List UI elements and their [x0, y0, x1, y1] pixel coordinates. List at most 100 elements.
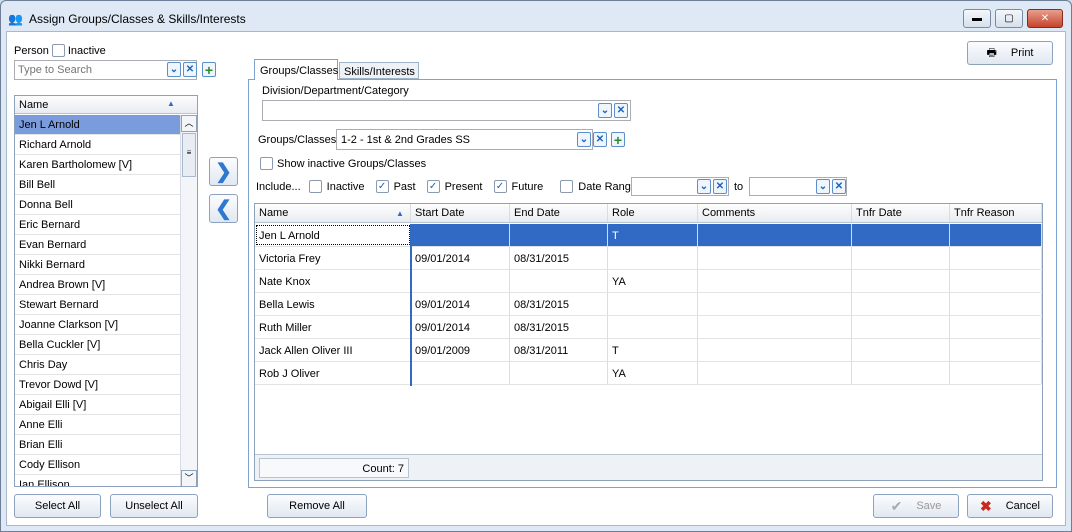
- list-header-name[interactable]: Name ▲: [15, 96, 197, 114]
- person-list-item[interactable]: Eric Bernard: [15, 215, 180, 235]
- clear-icon[interactable]: ✕: [183, 62, 197, 77]
- people-icon: 👥: [8, 12, 23, 26]
- remove-person-arrow-button[interactable]: ❮: [209, 194, 238, 223]
- person-list-item[interactable]: Anne Elli: [15, 415, 180, 435]
- table-row[interactable]: Rob J Oliver YA: [255, 362, 1042, 385]
- add-icon[interactable]: +: [202, 62, 216, 78]
- chevron-down-icon[interactable]: ⌄: [816, 179, 830, 194]
- person-list-item[interactable]: Joanne Clarkson [V]: [15, 315, 180, 335]
- column-header[interactable]: Role: [608, 204, 698, 222]
- to-label: to: [734, 181, 744, 193]
- person-list-item[interactable]: Brian Elli: [15, 435, 180, 455]
- person-list-item[interactable]: Cody Ellison: [15, 455, 180, 475]
- division-combo[interactable]: [262, 100, 631, 121]
- person-list-item[interactable]: Stewart Bernard: [15, 295, 180, 315]
- table-cell: [852, 316, 950, 338]
- person-list-item[interactable]: Andrea Brown [V]: [15, 275, 180, 295]
- clear-icon[interactable]: ✕: [593, 132, 607, 147]
- person-list-item[interactable]: Bill Bell: [15, 175, 180, 195]
- include-past-checkbox[interactable]: ✓: [375, 180, 389, 193]
- date-range-label: Date Range: [578, 180, 638, 193]
- table-row[interactable]: Victoria Frey 09/01/2014 08/31/2015: [255, 247, 1042, 270]
- scroll-thumb[interactable]: ≡: [182, 133, 196, 177]
- unselect-all-button[interactable]: Unselect All: [110, 494, 198, 518]
- close-button[interactable]: ✕: [1027, 9, 1063, 28]
- person-list-item[interactable]: Jen L Arnold: [15, 115, 180, 135]
- table-row[interactable]: Jack Allen Oliver III 09/01/2009 08/31/201…: [255, 339, 1042, 362]
- table-cell: Ruth Miller: [255, 316, 411, 338]
- table-row[interactable]: Jen L Arnold T: [255, 224, 1042, 247]
- table-cell: Jen L Arnold: [255, 224, 411, 246]
- clear-icon[interactable]: ✕: [614, 103, 628, 118]
- tab-groups-classes[interactable]: Groups/Classes: [254, 59, 338, 80]
- person-list-item[interactable]: Chris Day: [15, 355, 180, 375]
- column-header[interactable]: Tnfr Date: [852, 204, 950, 222]
- scroll-up-icon[interactable]: ︿: [181, 115, 197, 132]
- scroll-down-icon[interactable]: ﹀: [181, 470, 197, 486]
- add-icon[interactable]: +: [611, 132, 625, 148]
- chevron-down-icon[interactable]: ⌄: [598, 103, 612, 118]
- include-future-checkbox[interactable]: ✓: [493, 180, 507, 193]
- table-cell: [608, 293, 698, 315]
- minimize-button[interactable]: ▬: [963, 9, 991, 28]
- column-header[interactable]: Start Date: [411, 204, 510, 222]
- column-header[interactable]: Comments: [698, 204, 852, 222]
- table-cell: [608, 247, 698, 269]
- table-row[interactable]: Bella Lewis 09/01/2014 08/31/2015: [255, 293, 1042, 316]
- table-cell: [698, 316, 852, 338]
- table-cell: [510, 224, 608, 246]
- include-inactive-checkbox[interactable]: [308, 180, 322, 193]
- groups-combo[interactable]: 1-2 - 1st & 2nd Grades SS: [336, 129, 593, 150]
- table-cell: 09/01/2014: [411, 293, 510, 315]
- date-range-checkbox[interactable]: [560, 180, 574, 193]
- list-scrollbar[interactable]: ︿ ≡ ﹀: [180, 115, 197, 486]
- person-list-item[interactable]: Abigail Elli [V]: [15, 395, 180, 415]
- table-cell: 09/01/2014: [411, 316, 510, 338]
- column-header[interactable]: Tnfr Reason: [950, 204, 1042, 222]
- select-all-button[interactable]: Select All: [14, 494, 101, 518]
- table-row[interactable]: Nate Knox YA: [255, 270, 1042, 293]
- check-icon: ✔: [890, 497, 903, 514]
- include-present-checkbox[interactable]: ✓: [426, 180, 440, 193]
- table-cell: [852, 270, 950, 292]
- cancel-button[interactable]: ✖ Cancel: [967, 494, 1053, 518]
- chevron-down-icon[interactable]: ⌄: [577, 132, 591, 147]
- inactive-label: Inactive: [67, 44, 106, 57]
- table-cell: [950, 224, 1042, 246]
- show-inactive-label: Show inactive Groups/Classes: [277, 157, 427, 170]
- tab-skills-interests[interactable]: Skills/Interests: [339, 62, 419, 79]
- chevron-down-icon[interactable]: ⌄: [167, 62, 181, 77]
- person-list-item[interactable]: Ian Ellison: [15, 475, 180, 486]
- person-list-item[interactable]: Bella Cuckler [V]: [15, 335, 180, 355]
- table-cell: [411, 224, 510, 246]
- cancel-icon: ✖: [980, 497, 992, 514]
- save-button[interactable]: ✔ Save: [873, 494, 959, 518]
- person-list-item[interactable]: Richard Arnold: [15, 135, 180, 155]
- column-header[interactable]: End Date: [510, 204, 608, 222]
- maximize-button[interactable]: ▢: [995, 9, 1023, 28]
- table-cell: 09/01/2014: [411, 247, 510, 269]
- print-button[interactable]: 🖶 Print: [967, 41, 1053, 65]
- window-title: 👥 Assign Groups/Classes & Skills/Interest…: [8, 12, 246, 26]
- include-label: Include...: [256, 180, 301, 193]
- person-search-input[interactable]: [15, 61, 160, 79]
- table-cell: [852, 339, 950, 361]
- person-list-item[interactable]: Donna Bell: [15, 195, 180, 215]
- table-row[interactable]: Ruth Miller 09/01/2014 08/31/2015: [255, 316, 1042, 339]
- remove-all-button[interactable]: Remove All: [267, 494, 367, 518]
- column-header[interactable]: Name: [255, 204, 411, 222]
- inactive-checkbox[interactable]: [51, 44, 65, 57]
- clear-icon[interactable]: ✕: [713, 179, 727, 194]
- add-person-arrow-button[interactable]: ❯: [209, 157, 238, 186]
- clear-icon[interactable]: ✕: [832, 179, 846, 194]
- table-cell: [950, 270, 1042, 292]
- person-list-item[interactable]: Nikki Bernard: [15, 255, 180, 275]
- person-list-item[interactable]: Karen Bartholomew [V]: [15, 155, 180, 175]
- show-inactive-checkbox[interactable]: [260, 157, 273, 170]
- person-list-item[interactable]: Evan Bernard: [15, 235, 180, 255]
- table-cell: [510, 270, 608, 292]
- person-list-item[interactable]: Trevor Dowd [V]: [15, 375, 180, 395]
- table-cell: YA: [608, 270, 698, 292]
- chevron-down-icon[interactable]: ⌄: [697, 179, 711, 194]
- grid-footer: Count: 7: [255, 454, 1042, 480]
